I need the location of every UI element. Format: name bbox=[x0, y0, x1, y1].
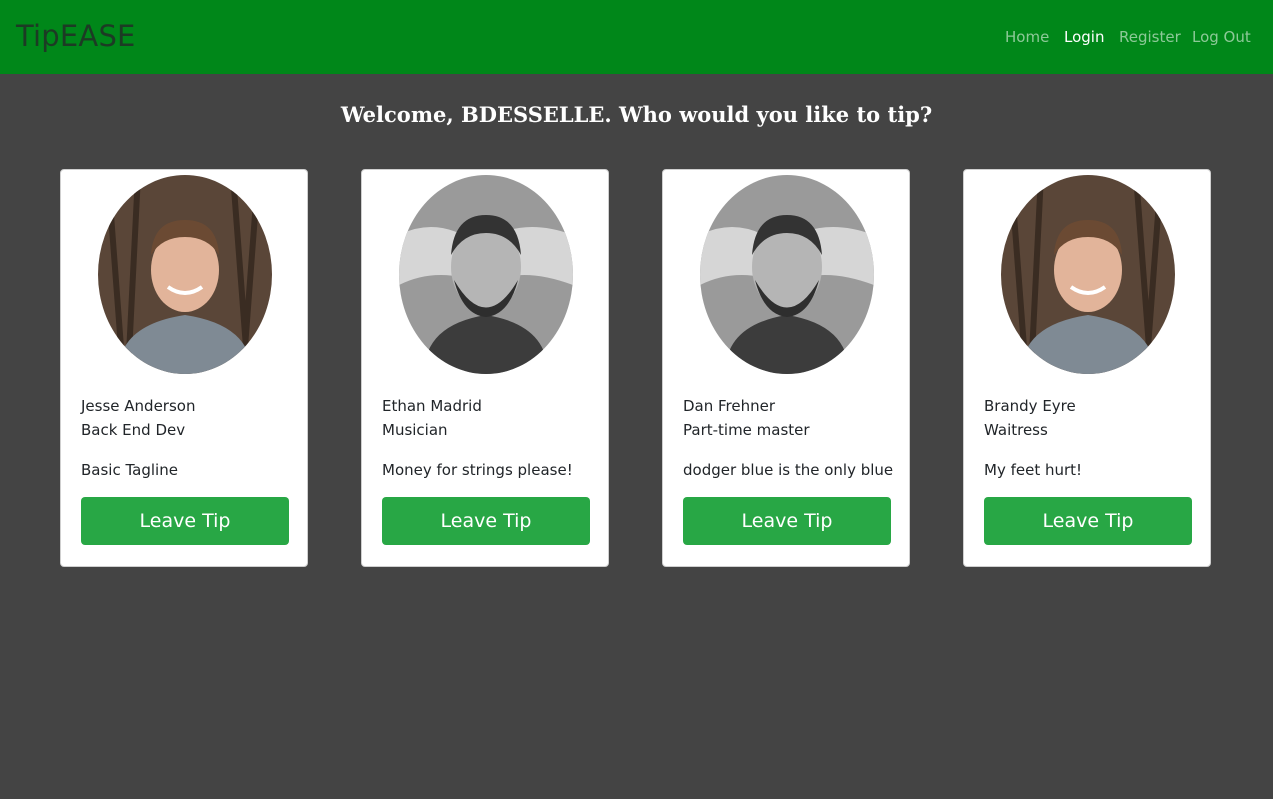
person-card: Jesse Anderson Back End Dev Basic Taglin… bbox=[60, 169, 308, 567]
brand-logo[interactable]: TipEASE bbox=[16, 19, 136, 53]
person-card: Dan Frehner Part-time master dodger blue… bbox=[662, 169, 910, 567]
nav-link-home[interactable]: Home bbox=[1005, 28, 1049, 46]
profile-photo bbox=[1001, 175, 1175, 374]
welcome-heading: Welcome, BDESSELLE. Who would you like t… bbox=[340, 102, 933, 127]
nav-link-login[interactable]: Login bbox=[1064, 28, 1104, 46]
person-name: Jesse Anderson bbox=[81, 397, 196, 415]
leave-tip-button[interactable]: Leave Tip bbox=[81, 497, 289, 545]
person-card: Ethan Madrid Musician Money for strings … bbox=[361, 169, 609, 567]
person-role: Back End Dev bbox=[81, 421, 186, 439]
leave-tip-button[interactable]: Leave Tip bbox=[984, 497, 1192, 545]
person-name: Dan Frehner bbox=[683, 397, 776, 415]
nav-link-register[interactable]: Register bbox=[1119, 28, 1181, 46]
profile-photo bbox=[399, 175, 573, 374]
leave-tip-button[interactable]: Leave Tip bbox=[683, 497, 891, 545]
person-card: Brandy Eyre Waitress My feet hurt! Leave… bbox=[963, 169, 1211, 567]
person-tagline: Money for strings please! bbox=[382, 461, 573, 479]
navbar: TipEASE Home Login Register Log Out bbox=[0, 0, 1273, 74]
person-name: Ethan Madrid bbox=[382, 397, 482, 415]
profile-photo bbox=[98, 175, 272, 374]
person-role: Part-time master bbox=[683, 421, 810, 439]
person-role: Musician bbox=[382, 421, 448, 439]
profile-photo bbox=[700, 175, 874, 374]
person-tagline: Basic Tagline bbox=[81, 461, 178, 479]
person-tagline: My feet hurt! bbox=[984, 461, 1083, 479]
person-name: Brandy Eyre bbox=[984, 397, 1076, 415]
leave-tip-button[interactable]: Leave Tip bbox=[382, 497, 590, 545]
nav-link-logout[interactable]: Log Out bbox=[1192, 28, 1251, 46]
person-tagline: dodger blue is the only blue bbox=[683, 461, 894, 479]
person-role: Waitress bbox=[984, 421, 1048, 439]
